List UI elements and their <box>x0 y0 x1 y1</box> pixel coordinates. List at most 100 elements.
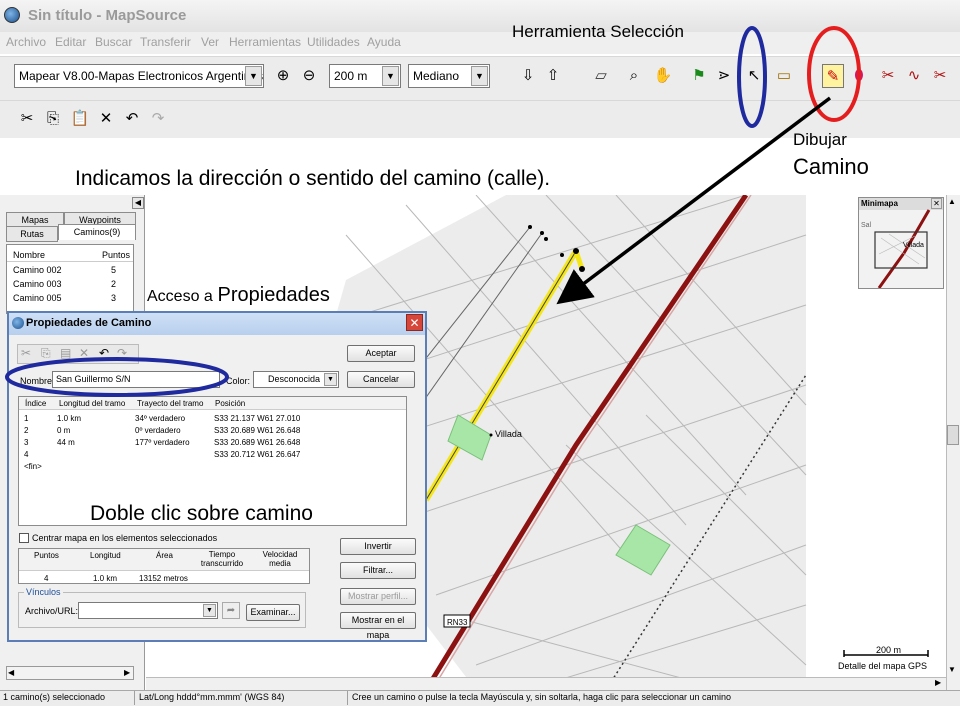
browse-button[interactable]: Examinar... <box>246 604 300 621</box>
menu-transferir[interactable]: Transferir <box>140 35 191 49</box>
scroll-right-icon[interactable]: ▶ <box>935 678 941 687</box>
track-vertex[interactable] <box>579 266 585 272</box>
filter-button[interactable]: Filtrar... <box>340 562 416 579</box>
undo-icon[interactable]: ↶ <box>99 346 109 360</box>
track-vertex[interactable] <box>540 231 544 235</box>
scale-label: 200 m <box>876 645 901 655</box>
open-link-icon[interactable]: ➦ <box>222 602 240 619</box>
redo-icon[interactable]: ↷ <box>117 346 127 360</box>
zoom-out-icon[interactable]: ⊖ <box>298 64 320 88</box>
track-vertex[interactable] <box>544 237 548 241</box>
minimap-panel: Sal Villada <box>858 197 944 289</box>
zoom-in-icon[interactable]: ⊕ <box>272 64 294 88</box>
leg-index[interactable]: 4 <box>24 450 28 459</box>
chevron-down-icon: ▼ <box>203 604 216 617</box>
tab-rutas[interactable]: Rutas <box>6 226 58 242</box>
zoom-tool-icon[interactable]: ⌕ <box>623 64 645 88</box>
leg-course: 34º verdadero <box>135 414 186 423</box>
map-horizontal-scrollbar[interactable] <box>146 677 946 690</box>
send-to-device-icon[interactable]: ⇧ <box>542 64 564 88</box>
scrollbar-thumb[interactable] <box>947 425 959 445</box>
column-header-course[interactable]: Trayecto del tramo <box>137 399 203 408</box>
list-item-points: 5 <box>111 265 117 275</box>
scroll-right-icon[interactable]: ▶ <box>124 668 130 677</box>
copy-icon[interactable]: ⎘ <box>41 346 51 361</box>
zoom-scale-select[interactable]: 200 m ▼ <box>329 64 401 88</box>
map-product-select[interactable]: Mapear V8.00-Mapas Electronicos Argentin… <box>14 64 264 88</box>
cut-track-icon[interactable]: ✂ <box>929 64 951 88</box>
scroll-down-icon[interactable]: ▼ <box>948 665 956 674</box>
dialog-title: Propiedades de Camino <box>26 317 152 329</box>
delete-icon[interactable]: ✕ <box>79 346 89 360</box>
leg-course: 177º verdadero <box>135 438 190 447</box>
waypoint-flag-icon[interactable]: ⚑ <box>688 64 710 88</box>
minimap-close-icon[interactable]: ✕ <box>931 198 942 209</box>
list-item-name[interactable]: Camino 002 <box>13 265 62 275</box>
undo-icon[interactable]: ↶ <box>121 108 143 130</box>
paste-icon[interactable]: ▤ <box>60 346 71 360</box>
route-tool-icon[interactable]: ⋗ <box>713 64 735 88</box>
summary-header-area: Área <box>156 551 173 560</box>
scroll-up-icon[interactable]: ▲ <box>948 197 956 206</box>
center-map-checkbox[interactable] <box>19 533 29 543</box>
map-tool-icon[interactable]: ▱ <box>590 64 612 88</box>
paste-icon[interactable]: 📋 <box>69 108 91 130</box>
show-profile-button[interactable]: Mostrar perfil... <box>340 588 416 605</box>
track-vertex[interactable] <box>560 253 564 257</box>
menu-ayuda[interactable]: Ayuda <box>367 35 401 49</box>
selection-arrow-icon[interactable]: ↖ <box>743 64 765 88</box>
receive-from-device-icon[interactable]: ⇩ <box>517 64 539 88</box>
column-header-index[interactable]: Índice <box>25 399 46 408</box>
leg-index[interactable]: 3 <box>24 438 28 447</box>
invert-button[interactable]: Invertir <box>340 538 416 555</box>
map-product-value: Mapear V8.00-Mapas Electronicos Argentin… <box>19 69 264 83</box>
cancel-button[interactable]: Cancelar <box>347 371 415 388</box>
column-header-length[interactable]: Longitud del tramo <box>59 399 125 408</box>
leg-length: 44 m <box>57 438 75 447</box>
menu-herramientas[interactable]: Herramientas <box>229 35 301 49</box>
status-coords-format: Lat/Long hddd°mm.mmm' (WGS 84) <box>139 692 285 702</box>
draw-track-icon[interactable]: ✎ <box>822 64 844 88</box>
close-icon[interactable]: ✕ <box>406 314 423 331</box>
eraser-icon[interactable]: ⬮ <box>848 64 870 88</box>
show-on-map-button[interactable]: Mostrar en el mapa <box>340 612 416 640</box>
list-item-name[interactable]: Camino 005 <box>13 293 62 303</box>
join-track-icon[interactable]: ∿ <box>903 64 925 88</box>
track-vertex[interactable] <box>573 248 579 254</box>
scroll-left-icon[interactable]: ◀ <box>8 668 14 677</box>
column-header-position[interactable]: Posición <box>215 399 245 408</box>
leg-index[interactable]: 1 <box>24 414 28 423</box>
leg-end-marker[interactable]: <fin> <box>24 462 42 471</box>
status-selection: 1 camino(s) seleccionado <box>3 692 106 702</box>
collapse-panel-icon[interactable]: ◀ <box>132 197 144 209</box>
map-detail-label: Detalle del mapa GPS <box>838 661 927 671</box>
detail-level-select[interactable]: Mediano ▼ <box>408 64 490 88</box>
cut-icon[interactable]: ✂ <box>16 108 38 130</box>
menu-editar[interactable]: Editar <box>55 35 86 49</box>
list-item-name[interactable]: Camino 003 <box>13 279 62 289</box>
summary-header-speed: Velocidad media <box>262 550 298 568</box>
draw-annotation-line1: Dibujar <box>793 130 847 149</box>
accept-button[interactable]: Aceptar <box>347 345 415 362</box>
panel-scrollbar[interactable] <box>6 666 134 680</box>
center-map-label: Centrar mapa en los elementos selecciona… <box>32 533 218 543</box>
menu-ver[interactable]: Ver <box>201 35 219 49</box>
leg-index[interactable]: 2 <box>24 426 28 435</box>
chevron-down-icon: ▼ <box>382 66 399 86</box>
track-vertex[interactable] <box>528 225 532 229</box>
hand-tool-icon[interactable]: ✋ <box>652 64 674 88</box>
tab-caminos[interactable]: Caminos(9) <box>58 224 136 240</box>
summary-points: 4 <box>44 574 49 583</box>
delete-icon[interactable]: ✕ <box>95 108 117 130</box>
divide-track-icon[interactable]: ✂ <box>877 64 899 88</box>
name-input[interactable]: San Guillermo S/N <box>52 371 220 388</box>
menu-utilidades[interactable]: Utilidades <box>307 35 360 49</box>
copy-icon[interactable]: ⎘ <box>42 108 64 130</box>
measure-ruler-icon[interactable]: ▭ <box>773 64 795 88</box>
menu-archivo[interactable]: Archivo <box>6 35 46 49</box>
file-url-input[interactable]: ▼ <box>78 602 218 619</box>
cut-icon[interactable]: ✂ <box>21 346 31 360</box>
menu-buscar[interactable]: Buscar <box>95 35 132 49</box>
color-select[interactable]: Desconocida ▼ <box>253 371 339 388</box>
redo-icon[interactable]: ↷ <box>147 108 169 130</box>
